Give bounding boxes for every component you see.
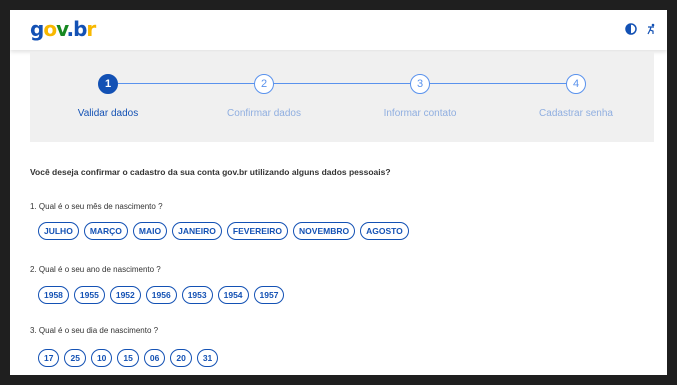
header-icons [625, 23, 657, 35]
accessibility-icon[interactable] [645, 23, 657, 35]
option-button[interactable]: 17 [38, 349, 60, 367]
question-1-options: JULHO MARÇO MAIO JANEIRO FEVEREIRO NOVEM… [38, 222, 409, 240]
question-2-label: 2. Qual é o seu ano de nascimento ? [30, 265, 161, 274]
option-button[interactable]: 25 [64, 349, 86, 367]
app-window: gov.br 1 2 3 4 Validar dados Confirmar d… [10, 10, 667, 375]
progress-stepper: 1 2 3 4 Validar dados Confirmar dados In… [30, 52, 654, 142]
option-button[interactable]: 1957 [253, 286, 285, 304]
step-1-circle: 1 [98, 74, 118, 94]
option-button[interactable]: 1954 [217, 286, 249, 304]
step-2-circle: 2 [254, 74, 274, 94]
header: gov.br [10, 10, 667, 50]
option-button[interactable]: JULHO [38, 222, 79, 240]
option-button[interactable]: 31 [196, 349, 219, 367]
option-button[interactable]: 1955 [73, 286, 105, 304]
contrast-icon[interactable] [625, 23, 637, 35]
step-4-circle: 4 [566, 74, 586, 94]
option-button[interactable]: FEVEREIRO [226, 222, 289, 240]
question-1-label: 1. Qual é o seu mês de nascimento ? [30, 202, 163, 211]
govbr-logo[interactable]: gov.br [30, 17, 96, 41]
option-button[interactable]: 06 [143, 349, 166, 367]
step-3-circle: 3 [410, 74, 430, 94]
main-question: Você deseja confirmar o cadastro da sua … [30, 167, 391, 177]
option-button[interactable]: 1956 [145, 286, 177, 304]
option-button[interactable]: AGOSTO [360, 222, 409, 240]
option-button[interactable]: MAIO [132, 222, 168, 240]
step-2-label: Confirmar dados [227, 108, 301, 119]
option-button[interactable]: 1952 [109, 286, 141, 304]
option-button[interactable]: 10 [90, 349, 113, 367]
option-button[interactable]: MARÇO [83, 222, 128, 240]
question-3-options: 17 25 10 15 06 20 31 [38, 349, 219, 367]
step-3-label: Informar contato [383, 108, 457, 119]
option-button[interactable]: JANEIRO [172, 222, 222, 240]
option-button[interactable]: 15 [117, 349, 139, 367]
option-button[interactable]: 20 [170, 349, 192, 367]
question-2-options: 1958 1955 1952 1956 1953 1954 1957 [38, 286, 285, 304]
step-1-label: Validar dados [77, 108, 139, 119]
step-4-label: Cadastrar senha [539, 108, 613, 119]
option-button[interactable]: 1958 [38, 286, 69, 304]
stepper-line [118, 83, 576, 84]
question-3-label: 3. Qual é o seu dia de nascimento ? [30, 326, 159, 335]
option-button[interactable]: 1953 [181, 286, 213, 304]
option-button[interactable]: NOVEMBRO [293, 222, 356, 240]
